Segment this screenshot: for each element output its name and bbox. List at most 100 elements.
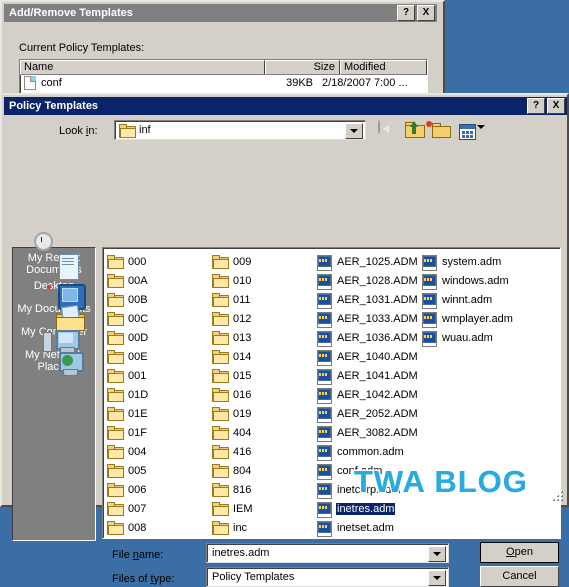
folder-icon <box>212 445 229 459</box>
file-list-item-label: 006 <box>128 483 147 496</box>
file-list-item[interactable]: 005 <box>107 461 212 480</box>
file-list-item[interactable]: AER_1028.ADM <box>317 271 422 290</box>
file-list-item-label: 01D <box>128 388 149 401</box>
file-list-item[interactable]: 804 <box>212 461 317 480</box>
dialog2-titlebar[interactable]: Policy Templates ? X <box>4 97 567 115</box>
file-list-item[interactable]: AER_3082.ADM <box>317 423 422 442</box>
file-list-item[interactable]: 011 <box>212 290 317 309</box>
file-list-item[interactable]: common.adm <box>317 442 422 461</box>
file-list-item[interactable]: inetcorp.adm <box>317 480 422 499</box>
folder-icon <box>107 521 124 535</box>
file-list-item[interactable]: 007 <box>107 499 212 518</box>
file-list-item[interactable]: 000 <box>107 252 212 271</box>
file-list-item[interactable]: AER_2052.ADM <box>317 404 422 423</box>
file-list-item[interactable]: 006 <box>107 480 212 499</box>
file-list-item[interactable]: IEM <box>212 499 317 518</box>
file-list-item[interactable]: conf.adm <box>317 461 422 480</box>
look-in-combobox[interactable]: inf <box>114 120 366 140</box>
file-list-item[interactable]: 01E <box>107 404 212 423</box>
file-list-item[interactable]: 012 <box>212 309 317 328</box>
folder-icon <box>212 350 229 364</box>
file-list-item-label: 014 <box>233 350 252 363</box>
file-list-item[interactable]: 019 <box>212 404 317 423</box>
file-list-item[interactable]: wmplayer.adm <box>422 309 527 328</box>
file-list-item[interactable]: AER_1042.ADM <box>317 385 422 404</box>
views-icon[interactable] <box>459 121 485 141</box>
file-list-item[interactable]: 004 <box>107 442 212 461</box>
chevron-down-icon[interactable] <box>428 570 446 586</box>
current-policy-templates-label: Current Policy Templates: <box>19 42 145 54</box>
table-row[interactable]: conf 39KB 2/18/2007 7:00 ... <box>20 75 427 91</box>
file-list-item[interactable]: 010 <box>212 271 317 290</box>
close-button[interactable]: X <box>417 5 435 21</box>
file-list-item[interactable]: system.adm <box>422 252 527 271</box>
row-name-text: conf <box>41 77 62 89</box>
file-list-item-label: 404 <box>233 426 252 439</box>
file-list-item-label: 011 <box>233 293 251 306</box>
file-list-item[interactable]: AER_1040.ADM <box>317 347 422 366</box>
file-list-item-label: 004 <box>128 445 147 458</box>
chevron-down-icon[interactable] <box>428 546 446 562</box>
file-list-item[interactable]: winnt.adm <box>422 290 527 309</box>
file-list-item[interactable]: 00D <box>107 328 212 347</box>
folder-icon <box>107 426 124 440</box>
place-my-recent-documents[interactable]: My Recent Documents <box>13 232 95 280</box>
file-list-item[interactable]: inetres.adm <box>317 499 422 518</box>
chevron-down-icon[interactable] <box>477 125 485 129</box>
file-list-item[interactable]: inetset.adm <box>317 518 422 537</box>
file-list-item[interactable]: inc <box>212 518 317 537</box>
adm-file-icon <box>317 501 332 518</box>
file-list-item[interactable]: 001 <box>107 366 212 385</box>
column-header-size[interactable]: Size <box>265 60 340 75</box>
file-list-item[interactable]: 416 <box>212 442 317 461</box>
place-my-network-places[interactable]: My Network Places <box>13 350 95 376</box>
file-list-item[interactable]: wuau.adm <box>422 328 527 347</box>
help-button[interactable]: ? <box>397 5 415 21</box>
folder-icon <box>107 274 124 288</box>
dialog1-titlebar[interactable]: Add/Remove Templates ? X <box>4 4 437 22</box>
back-icon[interactable] <box>378 120 399 141</box>
file-list-item[interactable]: AER_1041.ADM <box>317 366 422 385</box>
resize-grip[interactable] <box>552 490 564 502</box>
file-list-item-label: 009 <box>233 255 252 268</box>
up-one-level-icon[interactable] <box>405 121 426 141</box>
file-list-item[interactable]: 00B <box>107 290 212 309</box>
file-list-item[interactable]: 00E <box>107 347 212 366</box>
file-list-item[interactable]: 014 <box>212 347 317 366</box>
file-list-column: system.adm windows.adm winnt.adm wmplayer.a… <box>422 252 527 537</box>
chevron-down-icon[interactable] <box>345 123 363 139</box>
file-list-item[interactable]: AER_1033.ADM <box>317 309 422 328</box>
file-list-item[interactable]: 009 <box>212 252 317 271</box>
file-name-input[interactable]: inetres.adm <box>206 543 449 563</box>
column-header-modified[interactable]: Modified <box>340 60 427 75</box>
file-list-item[interactable]: 015 <box>212 366 317 385</box>
file-list-item[interactable]: 01D <box>107 385 212 404</box>
file-list-item[interactable]: 013 <box>212 328 317 347</box>
file-list-item[interactable]: 016 <box>212 385 317 404</box>
file-list-item[interactable]: AER_1036.ADM <box>317 328 422 347</box>
file-list-item-label: AER_1040.ADM <box>337 350 418 363</box>
folder-icon <box>107 255 124 269</box>
place-desktop[interactable]: Desktop <box>13 281 95 310</box>
file-list[interactable]: 000 00A 00B 00C 00D 00E 001 01D 01E 01F 004 005 006 0… <box>102 247 561 539</box>
file-list-item[interactable]: 00C <box>107 309 212 328</box>
file-list-item[interactable]: windows.adm <box>422 271 527 290</box>
file-list-item[interactable]: 404 <box>212 423 317 442</box>
new-folder-icon[interactable] <box>426 121 453 141</box>
cancel-button[interactable]: Cancel <box>480 566 559 587</box>
file-list-item[interactable]: 01F <box>107 423 212 442</box>
column-header-name[interactable]: Name <box>20 60 265 75</box>
file-list-item-label: AER_1025.ADM <box>337 255 418 268</box>
file-list-item[interactable]: AER_1031.ADM <box>317 290 422 309</box>
open-button[interactable]: Open <box>480 542 559 563</box>
adm-file-icon <box>422 330 437 347</box>
file-list-item[interactable]: 816 <box>212 480 317 499</box>
help-button[interactable]: ? <box>527 98 545 114</box>
file-list-item[interactable]: AER_1025.ADM <box>317 252 422 271</box>
file-list-item[interactable]: 00A <box>107 271 212 290</box>
close-button[interactable]: X <box>547 98 565 114</box>
templates-listview[interactable]: Name Size Modified conf 39KB 2/18/2007 7… <box>19 59 428 97</box>
files-of-type-select[interactable]: Policy Templates <box>206 567 449 587</box>
file-list-item[interactable]: 008 <box>107 518 212 537</box>
file-list-item-label: AER_1036.ADM <box>337 331 418 344</box>
